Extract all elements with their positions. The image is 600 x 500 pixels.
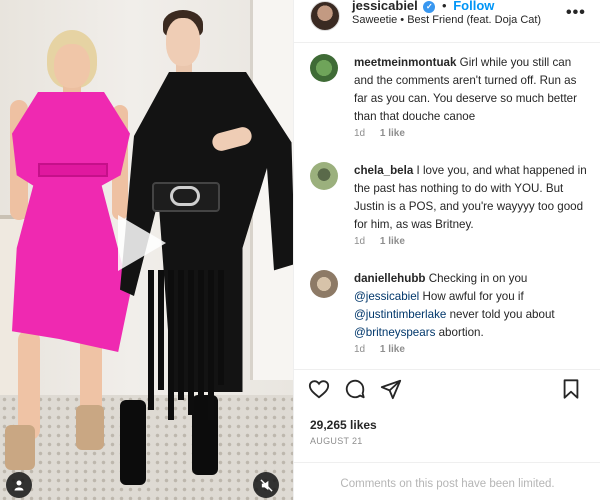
action-bar [294, 378, 600, 408]
comment-text: How awful for you if [422, 290, 524, 303]
play-icon[interactable] [118, 215, 166, 271]
comment-time: 1d [354, 236, 366, 247]
commenter-username[interactable]: daniellehubb [354, 272, 426, 285]
comment-text: abortion. [438, 326, 484, 339]
comment-meta: 1d 1 like [354, 344, 405, 355]
comment-text-block: meetmeinmontuak Girl while you still can… [354, 54, 592, 126]
comment-text: Checking in on you [428, 272, 528, 285]
tiled-floor [0, 395, 293, 500]
post-date: AUGUST 21 [310, 436, 363, 446]
divider [294, 369, 600, 370]
comments-limited-notice: Comments on this post have been limited. [340, 478, 555, 490]
follow-button[interactable]: Follow [453, 0, 494, 13]
comment-text-block: chela_bela I love you, and what happened… [354, 162, 592, 234]
mention-link[interactable]: @justintimberlake [354, 308, 446, 321]
commenter-avatar[interactable] [310, 270, 338, 298]
author-line: jessicabiel ✓ • Follow [352, 0, 494, 13]
music-label[interactable]: Saweetie • Best Friend (feat. Doja Cat) [352, 14, 541, 26]
divider [294, 462, 600, 463]
bookmark-icon[interactable] [560, 378, 584, 402]
divider [294, 42, 600, 43]
comment-meta: 1d 1 like [354, 128, 405, 139]
comment-time: 1d [354, 344, 366, 355]
comment-item: chela_bela I love you, and what happened… [310, 162, 595, 254]
likes-count[interactable]: 29,265 likes [310, 418, 377, 432]
comment-likes[interactable]: 1 like [380, 344, 405, 355]
post-side-panel: jessicabiel ✓ • Follow Saweetie • Best F… [293, 0, 600, 500]
comment-time: 1d [354, 128, 366, 139]
comment-likes[interactable]: 1 like [380, 236, 405, 247]
comment-item: meetmeinmontuak Girl while you still can… [310, 54, 595, 146]
commenter-username[interactable]: meetmeinmontuak [354, 56, 456, 69]
commenter-avatar[interactable] [310, 54, 338, 82]
commenter-username[interactable]: chela_bela [354, 164, 413, 177]
comment-icon[interactable] [344, 378, 368, 402]
author-avatar[interactable] [310, 1, 340, 31]
mention-link[interactable]: @jessicabiel [354, 290, 419, 303]
share-icon[interactable] [380, 378, 404, 402]
comment-likes[interactable]: 1 like [380, 128, 405, 139]
post-header: jessicabiel ✓ • Follow Saweetie • Best F… [294, 0, 600, 42]
user-tag-icon[interactable] [6, 472, 32, 498]
comment-text: never told you about [449, 308, 555, 321]
comment-item: daniellehubb Checking in on you @jessica… [310, 270, 595, 362]
more-horizontal-icon[interactable]: ••• [566, 4, 586, 22]
commenter-avatar[interactable] [310, 162, 338, 190]
comment-meta: 1d 1 like [354, 236, 405, 247]
verified-badge-icon: ✓ [423, 0, 436, 13]
post-media[interactable] [0, 0, 293, 500]
heart-icon[interactable] [308, 378, 332, 402]
author-username[interactable]: jessicabiel [352, 0, 418, 13]
header-separator: • [442, 0, 447, 13]
muted-speaker-icon[interactable] [253, 472, 279, 498]
comment-text-block: daniellehubb Checking in on you @jessica… [354, 270, 592, 342]
mention-link[interactable]: @britneyspears [354, 326, 435, 339]
